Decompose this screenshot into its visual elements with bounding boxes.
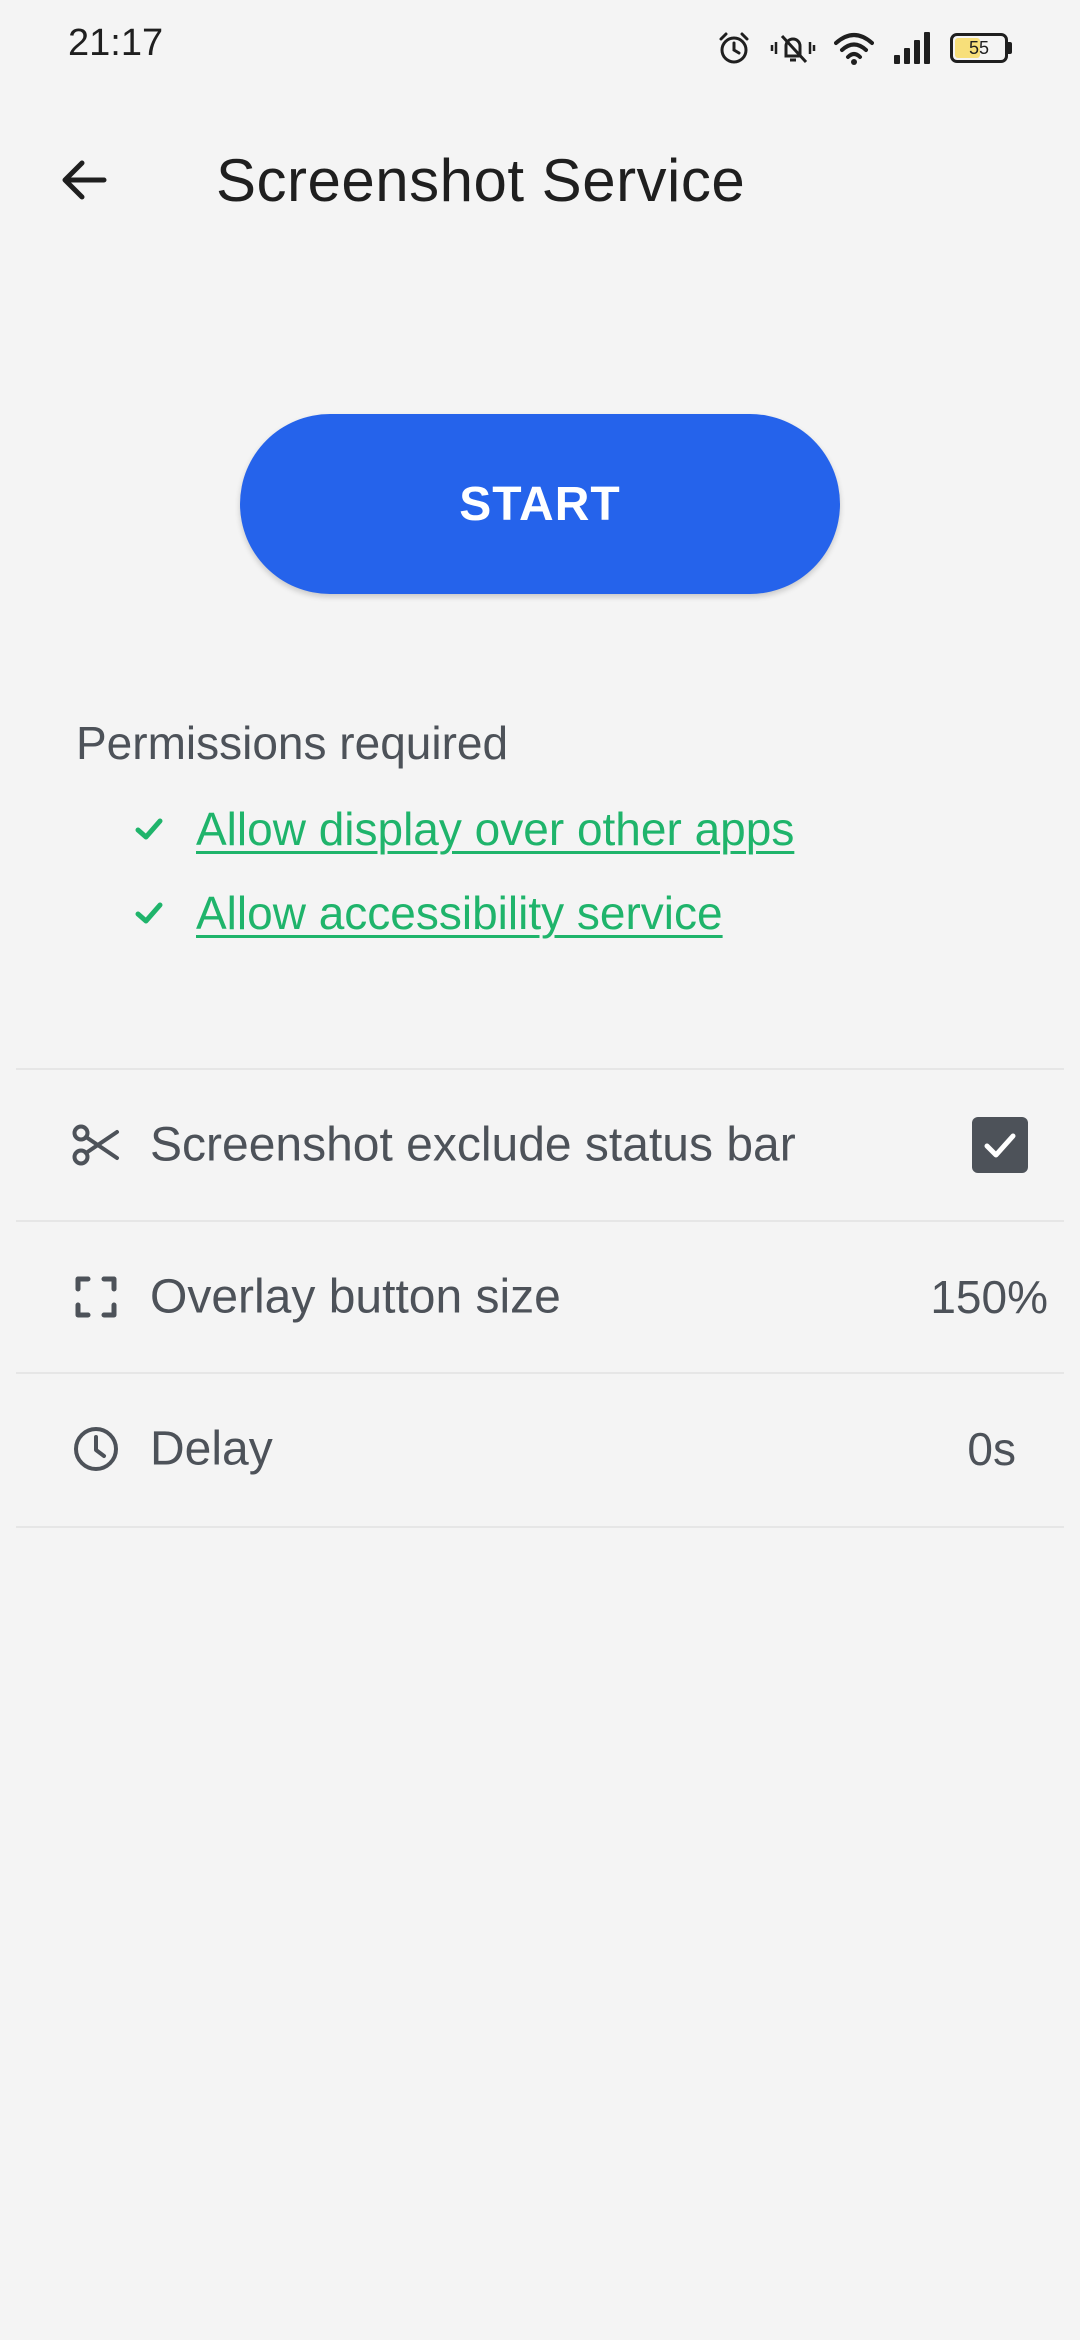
status-time: 21:17 [68, 22, 164, 64]
signal-icon [892, 31, 932, 65]
battery-text: 55 [968, 37, 990, 58]
check-icon [134, 898, 164, 928]
back-arrow-icon [58, 154, 110, 211]
setting-row-overlay-button-size[interactable]: Overlay button size 150% [16, 1222, 1064, 1372]
permission-item-accessibility: Allow accessibility service [134, 886, 723, 940]
vibrate-mute-icon [770, 30, 816, 66]
clock-icon [70, 1423, 122, 1475]
battery-icon: 55 [950, 33, 1012, 63]
divider [16, 1526, 1064, 1528]
fullscreen-frame-icon [70, 1271, 122, 1323]
setting-row-exclude-status-bar[interactable]: Screenshot exclude status bar [16, 1070, 1064, 1220]
delay-value: 0s [967, 1423, 1016, 1475]
overlay-button-size-value: 150% [930, 1271, 1048, 1323]
app-bar: Screenshot Service [0, 120, 1080, 244]
check-icon [134, 814, 164, 844]
permission-item-display-over-apps: Allow display over other apps [134, 802, 794, 856]
start-button-label: START [459, 477, 621, 531]
allow-display-over-apps-link[interactable]: Allow display over other apps [196, 802, 794, 856]
status-bar: 21:17 55 [0, 0, 1080, 96]
alarm-icon [716, 30, 752, 66]
scissors-icon [70, 1119, 122, 1171]
setting-row-delay[interactable]: Delay 0s [16, 1374, 1064, 1524]
battery: 55 [950, 33, 1008, 63]
checkmark-icon [984, 1133, 1016, 1158]
start-button[interactable]: START [240, 414, 840, 594]
exclude-status-bar-checkbox[interactable] [972, 1117, 1028, 1173]
page-title: Screenshot Service [216, 147, 746, 214]
wifi-icon [834, 31, 874, 65]
setting-label: Screenshot exclude status bar [150, 1118, 796, 1172]
allow-accessibility-service-link[interactable]: Allow accessibility service [196, 886, 723, 940]
setting-label: Overlay button size [150, 1270, 561, 1324]
permissions-title: Permissions required [76, 717, 509, 769]
battery-tip [1008, 42, 1012, 54]
back-button[interactable] [40, 138, 128, 226]
status-icons: 55 [716, 26, 1012, 70]
setting-label: Delay [150, 1422, 273, 1476]
